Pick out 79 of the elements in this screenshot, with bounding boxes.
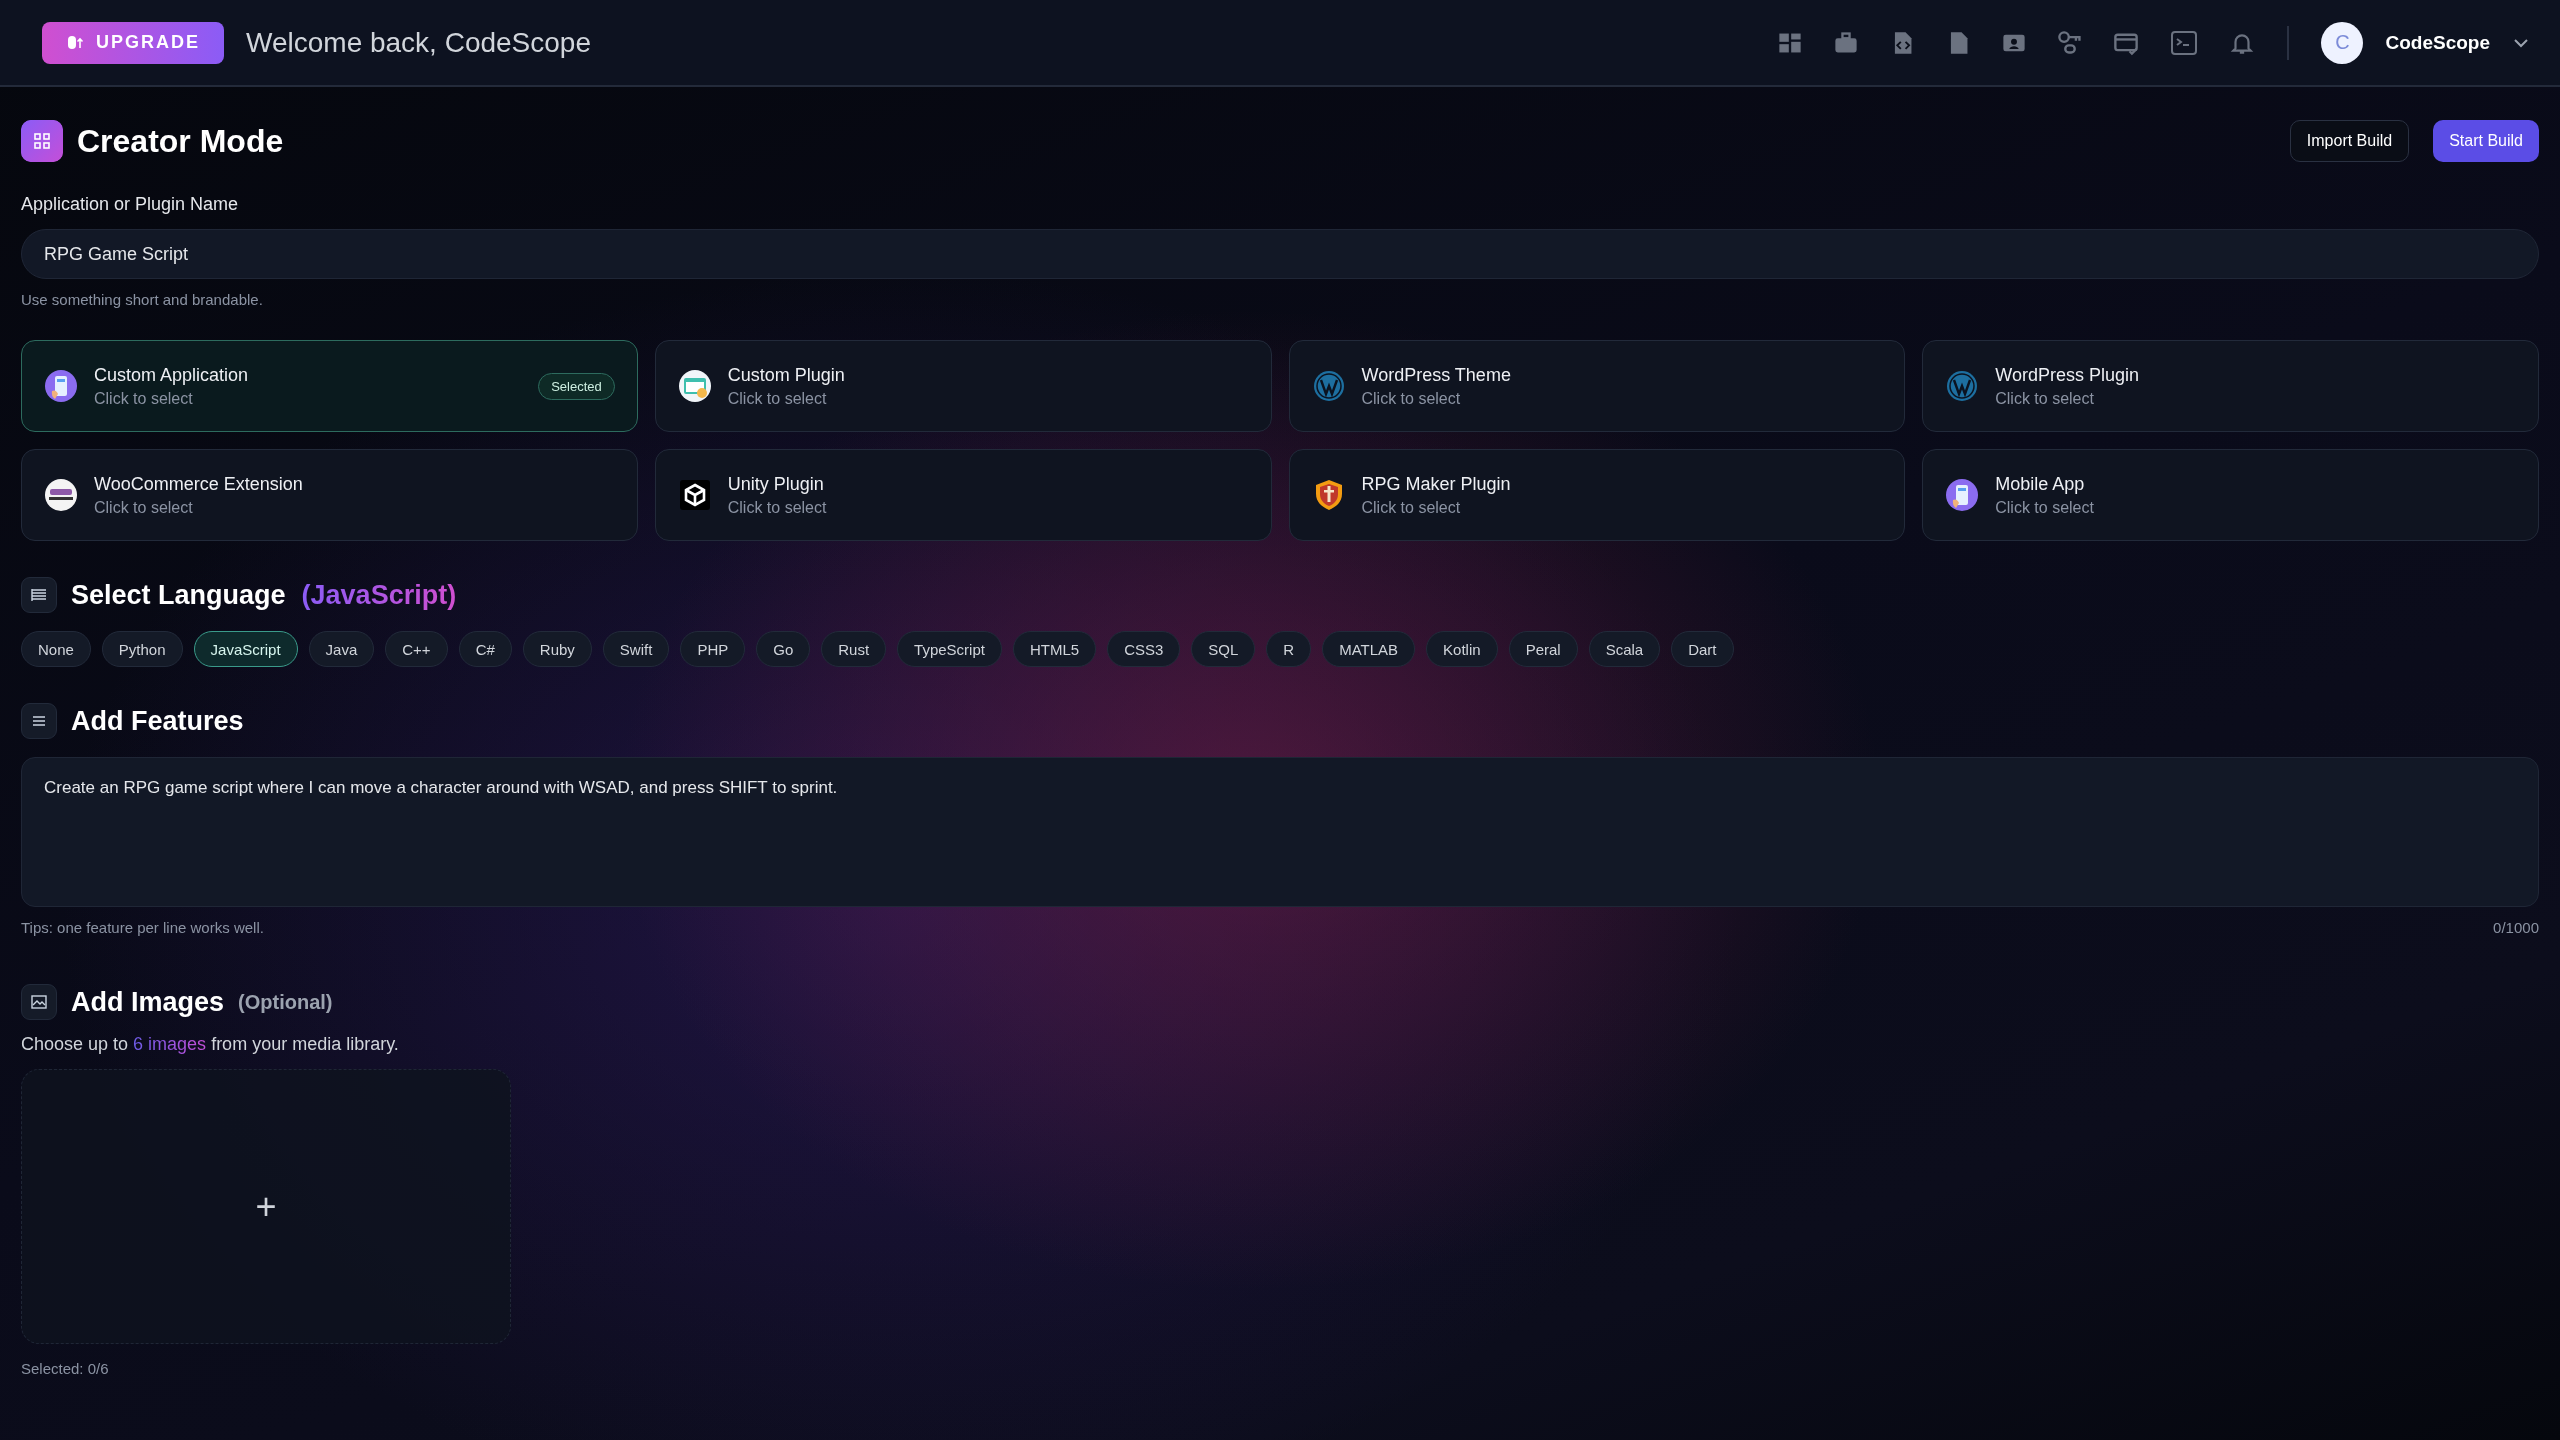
page-title: Creator Mode [77,122,285,160]
list-icon [21,577,57,613]
selected-count: Selected: 0/6 [21,1360,110,1377]
card-title: RPG Maker Plugin [1361,473,1512,495]
card-title: Custom Plugin [727,364,846,386]
field-label: Application or Plugin Name [21,194,240,215]
project-type-card[interactable]: WordPress Theme Click to select [1288,340,1906,432]
project-type-card[interactable]: WooCommerce Extension Click to select [21,449,638,541]
project-type-card[interactable]: Mobile App Click to select [1922,449,2539,541]
start-build-button[interactable]: Start Build [2433,120,2539,162]
section-title: Add Features [71,705,244,737]
project-type-card[interactable]: Unity Plugin Click to select [654,449,1272,541]
language-chip[interactable]: Rust [821,631,887,667]
import-build-button[interactable]: Import Build [2289,120,2410,162]
project-type-card[interactable]: Custom Application Click to select Selected [21,340,638,432]
language-chip[interactable]: Peral [1508,631,1578,667]
language-chip[interactable]: TypeScript [897,631,1002,667]
language-chip[interactable]: Scala [1588,631,1661,667]
optional-label: (Optional) [238,990,333,1014]
card-subtitle: Click to select [727,498,828,517]
mouse-icon [66,33,84,52]
welcome-text: Welcome back, CodeScope [246,26,591,59]
project-type-card[interactable]: Custom Plugin Click to select [654,340,1272,432]
card-subtitle: Click to select [1361,498,1462,517]
image-icon [21,984,57,1020]
language-chip[interactable]: Kotlin [1426,631,1498,667]
language-chip[interactable]: Go [756,631,811,667]
language-chip[interactable]: MATLAB [1322,631,1416,667]
wordpress-logo-icon [1945,369,1980,403]
features-input-field[interactable]: Create an RPG game script where I can move a character around with WSAD, and press SHIFT to sprint. [21,757,2539,907]
upgrade-button[interactable]: UPGRADE [42,21,224,64]
character-counter: 0/1000 [2493,919,2539,936]
language-chip[interactable]: C++ [385,631,448,667]
language-chip[interactable]: PHP [680,631,746,667]
name-input-field[interactable]: RPG Game Script [21,229,2539,279]
card-title: WooCommerce Extension [94,473,304,495]
selected-badge: Selected [538,372,615,400]
language-chip[interactable]: R [1266,631,1312,667]
language-chip[interactable]: None [21,631,91,667]
add-image-button[interactable]: + [21,1069,511,1344]
card-subtitle: Click to select [94,389,194,408]
card-title: Mobile App [1995,473,2086,495]
card-subtitle: Click to select [1995,389,2095,408]
menu-icon [21,703,57,739]
wordpress-logo-icon [1311,369,1346,403]
language-chip[interactable]: JavaScript [193,631,298,667]
grid-icon [21,120,63,162]
language-chip[interactable]: C# [458,631,512,667]
section-title: Add Images [71,986,225,1018]
user-name[interactable]: CodeScope [2385,31,2490,54]
project-type-card[interactable]: WordPress Plugin Click to select [1922,340,2539,432]
card-subtitle: Click to select [1995,498,2095,517]
language-chip[interactable]: SQL [1191,631,1256,667]
language-chip[interactable]: Ruby [522,631,592,667]
card-subtitle: Click to select [1361,389,1462,408]
language-chip[interactable]: Python [101,631,183,667]
card-title: WordPress Plugin [1995,364,2140,386]
language-chip[interactable]: Swift [602,631,670,667]
card-title: Custom Application [94,364,250,386]
features-tip: Tips: one feature per line works well. [21,919,264,936]
project-type-card[interactable]: RPG Maker Plugin Click to select [1288,449,1906,541]
card-subtitle: Click to select [727,389,828,408]
language-chip[interactable]: HTML5 [1012,631,1097,667]
browser-window-icon [677,369,712,403]
cube-icon [677,478,712,512]
language-chip[interactable]: CSS3 [1107,631,1181,667]
phone-hand-icon [1945,478,1980,512]
images-description: Choose up to 6 images from your media library. [21,1034,400,1055]
card-title: WordPress Theme [1361,364,1512,386]
language-chip[interactable]: Java [308,631,375,667]
shop-badge-icon [44,478,78,512]
card-title: Unity Plugin [727,473,825,495]
section-title: Select Language [71,579,286,611]
images-link[interactable]: 6 images [133,1034,207,1054]
key-icon[interactable] [2057,29,2084,56]
language-chip[interactable]: Dart [1671,631,1734,667]
card-subtitle: Click to select [94,498,194,517]
field-hint: Use something short and brandable. [21,291,264,308]
phone-hand-icon [44,369,78,403]
